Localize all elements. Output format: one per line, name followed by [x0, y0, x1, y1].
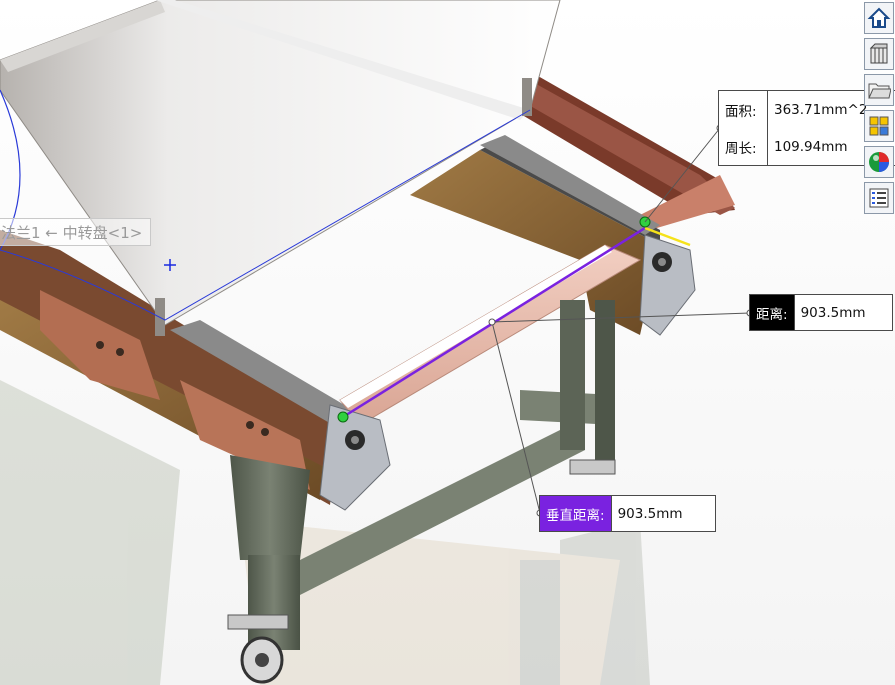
vertical-distance-label: 垂直距离: — [540, 496, 611, 531]
task-pane — [862, 0, 895, 220]
view-palette-icon[interactable] — [864, 110, 894, 142]
perimeter-label: 周长: — [725, 140, 757, 157]
parts-library-icon[interactable] — [864, 38, 894, 70]
appearances-icon[interactable] — [864, 146, 894, 178]
vertical-distance-value: 903.5mm — [610, 496, 689, 531]
perimeter-value: 109.94mm — [767, 128, 854, 165]
area-label: 面积: — [725, 103, 757, 120]
custom-properties-icon[interactable] — [864, 182, 894, 214]
area-value: 363.71mm^2 — [767, 91, 873, 128]
distance-value: 903.5mm — [793, 295, 872, 330]
home-icon[interactable] — [864, 2, 894, 34]
mate-reference-tag[interactable]: 法兰1 ← 中转盘<1> — [0, 218, 152, 246]
vertical-distance-callout[interactable]: 垂直距离: 903.5mm — [539, 495, 716, 532]
file-explorer-icon[interactable] — [864, 74, 894, 106]
distance-callout[interactable]: 距离: 903.5mm — [749, 294, 893, 331]
distance-label: 距离: — [750, 295, 794, 330]
